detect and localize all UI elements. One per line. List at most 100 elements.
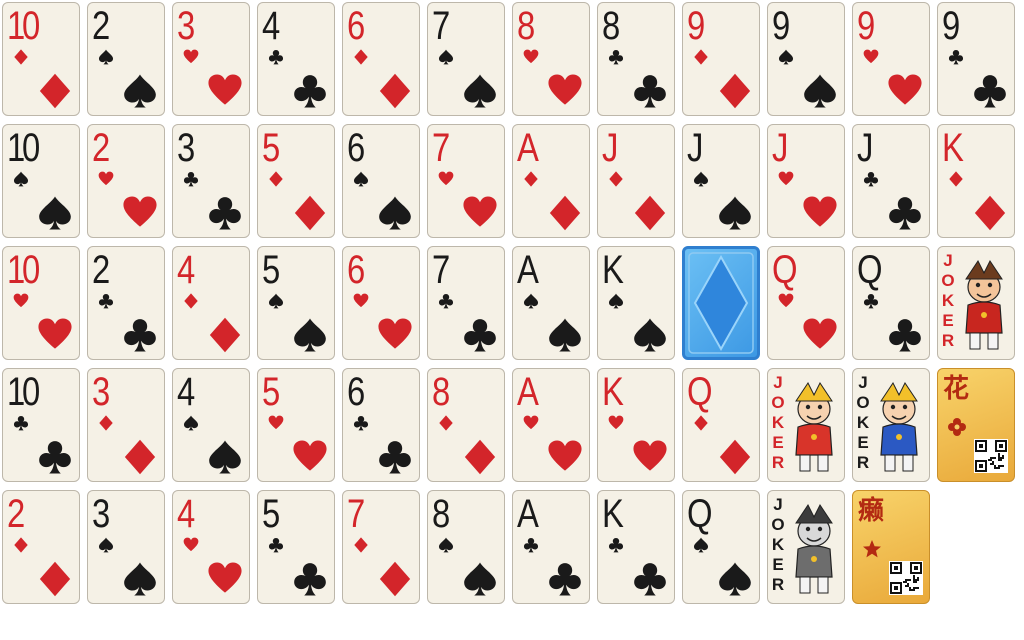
card-rank: 7	[432, 4, 450, 48]
diamond-icon	[439, 415, 453, 431]
card-rank: 3	[177, 126, 195, 170]
card-rank: 9	[942, 4, 960, 48]
card-rank: 6	[347, 370, 365, 414]
card-2-of-spades: 2	[87, 2, 165, 116]
qr-code-icon	[974, 439, 1008, 473]
card-back	[682, 246, 760, 360]
spade-icon	[719, 196, 751, 230]
club-icon	[39, 441, 71, 474]
spade-icon	[183, 415, 199, 431]
heart-icon	[548, 440, 582, 471]
card-rank: 5	[262, 370, 280, 414]
card-rank: 4	[177, 248, 195, 292]
heart-icon	[123, 196, 157, 227]
club-icon	[464, 319, 496, 352]
spade-icon	[523, 293, 539, 309]
card-rank: 8	[517, 4, 535, 48]
spade-icon	[693, 171, 709, 187]
diamond-icon	[39, 561, 71, 597]
card-rank: J	[602, 126, 618, 170]
diamond-icon	[949, 171, 963, 187]
spade-icon	[39, 196, 71, 230]
flower-icon	[948, 418, 966, 436]
heart-icon	[803, 318, 837, 349]
spade-icon	[353, 171, 369, 187]
card-8-of-clubs: 8	[597, 2, 675, 116]
card-rank: 7	[432, 126, 450, 170]
club-icon	[974, 75, 1006, 108]
card-rank: A	[517, 370, 539, 414]
heart-icon	[438, 171, 454, 186]
card-rank: 9	[687, 4, 705, 48]
diamond-icon	[464, 439, 496, 475]
card-2-of-hearts: 2	[87, 124, 165, 238]
club-icon	[634, 563, 666, 596]
heart-icon	[353, 293, 369, 308]
card-rank: J	[687, 126, 703, 170]
diamond-icon	[719, 439, 751, 475]
card-7-of-hearts: 7	[427, 124, 505, 238]
club-icon	[948, 49, 964, 65]
heart-icon	[608, 415, 624, 430]
spade-icon	[294, 318, 326, 352]
card-rank: 10	[7, 370, 40, 414]
card-rank: 10	[7, 248, 40, 292]
diamond-icon	[719, 73, 751, 109]
card-5-of-spades: 5	[257, 246, 335, 360]
spade-icon	[464, 562, 496, 596]
heart-icon	[98, 171, 114, 186]
heart-icon	[633, 440, 667, 471]
club-icon	[268, 537, 284, 553]
card-rank: 7	[347, 492, 365, 536]
card-rank: 6	[347, 4, 365, 48]
card-5-of-hearts: 5	[257, 368, 335, 482]
club-icon	[863, 171, 879, 187]
heart-icon	[548, 74, 582, 105]
diamond-icon	[694, 49, 708, 65]
card-rank: 2	[92, 4, 110, 48]
club-icon	[268, 49, 284, 65]
special-card: 花	[937, 368, 1015, 482]
card-q-of-diamonds: Q	[682, 368, 760, 482]
card-q-of-spades: Q	[682, 490, 760, 604]
club-icon	[608, 49, 624, 65]
card-rank: A	[517, 126, 539, 170]
red-joker-figure-icon	[965, 260, 1003, 350]
card-10-of-clubs: 10	[2, 368, 80, 482]
diamond-icon	[184, 293, 198, 309]
card-7-of-spades: 7	[427, 2, 505, 116]
qr-code-icon	[889, 561, 923, 595]
club-icon	[889, 197, 921, 230]
spade-icon	[438, 49, 454, 65]
card-q-of-clubs: Q	[852, 246, 930, 360]
heart-icon	[208, 562, 242, 593]
club-icon	[438, 293, 454, 309]
diamond-icon	[974, 195, 1006, 231]
card-rank: 9	[857, 4, 875, 48]
diamond-icon	[609, 171, 623, 187]
diamond-icon	[354, 49, 368, 65]
card-2-of-diamonds: 2	[2, 490, 80, 604]
diamond-icon	[99, 415, 113, 431]
card-10-of-diamonds: 10	[2, 2, 80, 116]
heart-icon	[183, 49, 199, 64]
club-icon	[124, 319, 156, 352]
card-rank: 5	[262, 492, 280, 536]
spade-icon	[804, 74, 836, 108]
joker-card-red-joker: JOKER	[937, 246, 1015, 360]
card-rank: 4	[177, 370, 195, 414]
club-icon	[379, 441, 411, 474]
joker-label: JOKER	[771, 373, 785, 472]
spade-icon	[438, 537, 454, 553]
joker-card-jester-blue: JOKER	[852, 368, 930, 482]
special-card-character: 癞	[858, 496, 885, 526]
card-5-of-diamonds: 5	[257, 124, 335, 238]
card-8-of-spades: 8	[427, 490, 505, 604]
heart-icon	[378, 318, 412, 349]
card-rank: 10	[7, 126, 40, 170]
card-2-of-clubs: 2	[87, 246, 165, 360]
heart-icon	[803, 196, 837, 227]
card-rank: Q	[687, 370, 713, 414]
card-rank: J	[772, 126, 788, 170]
spade-icon	[634, 318, 666, 352]
